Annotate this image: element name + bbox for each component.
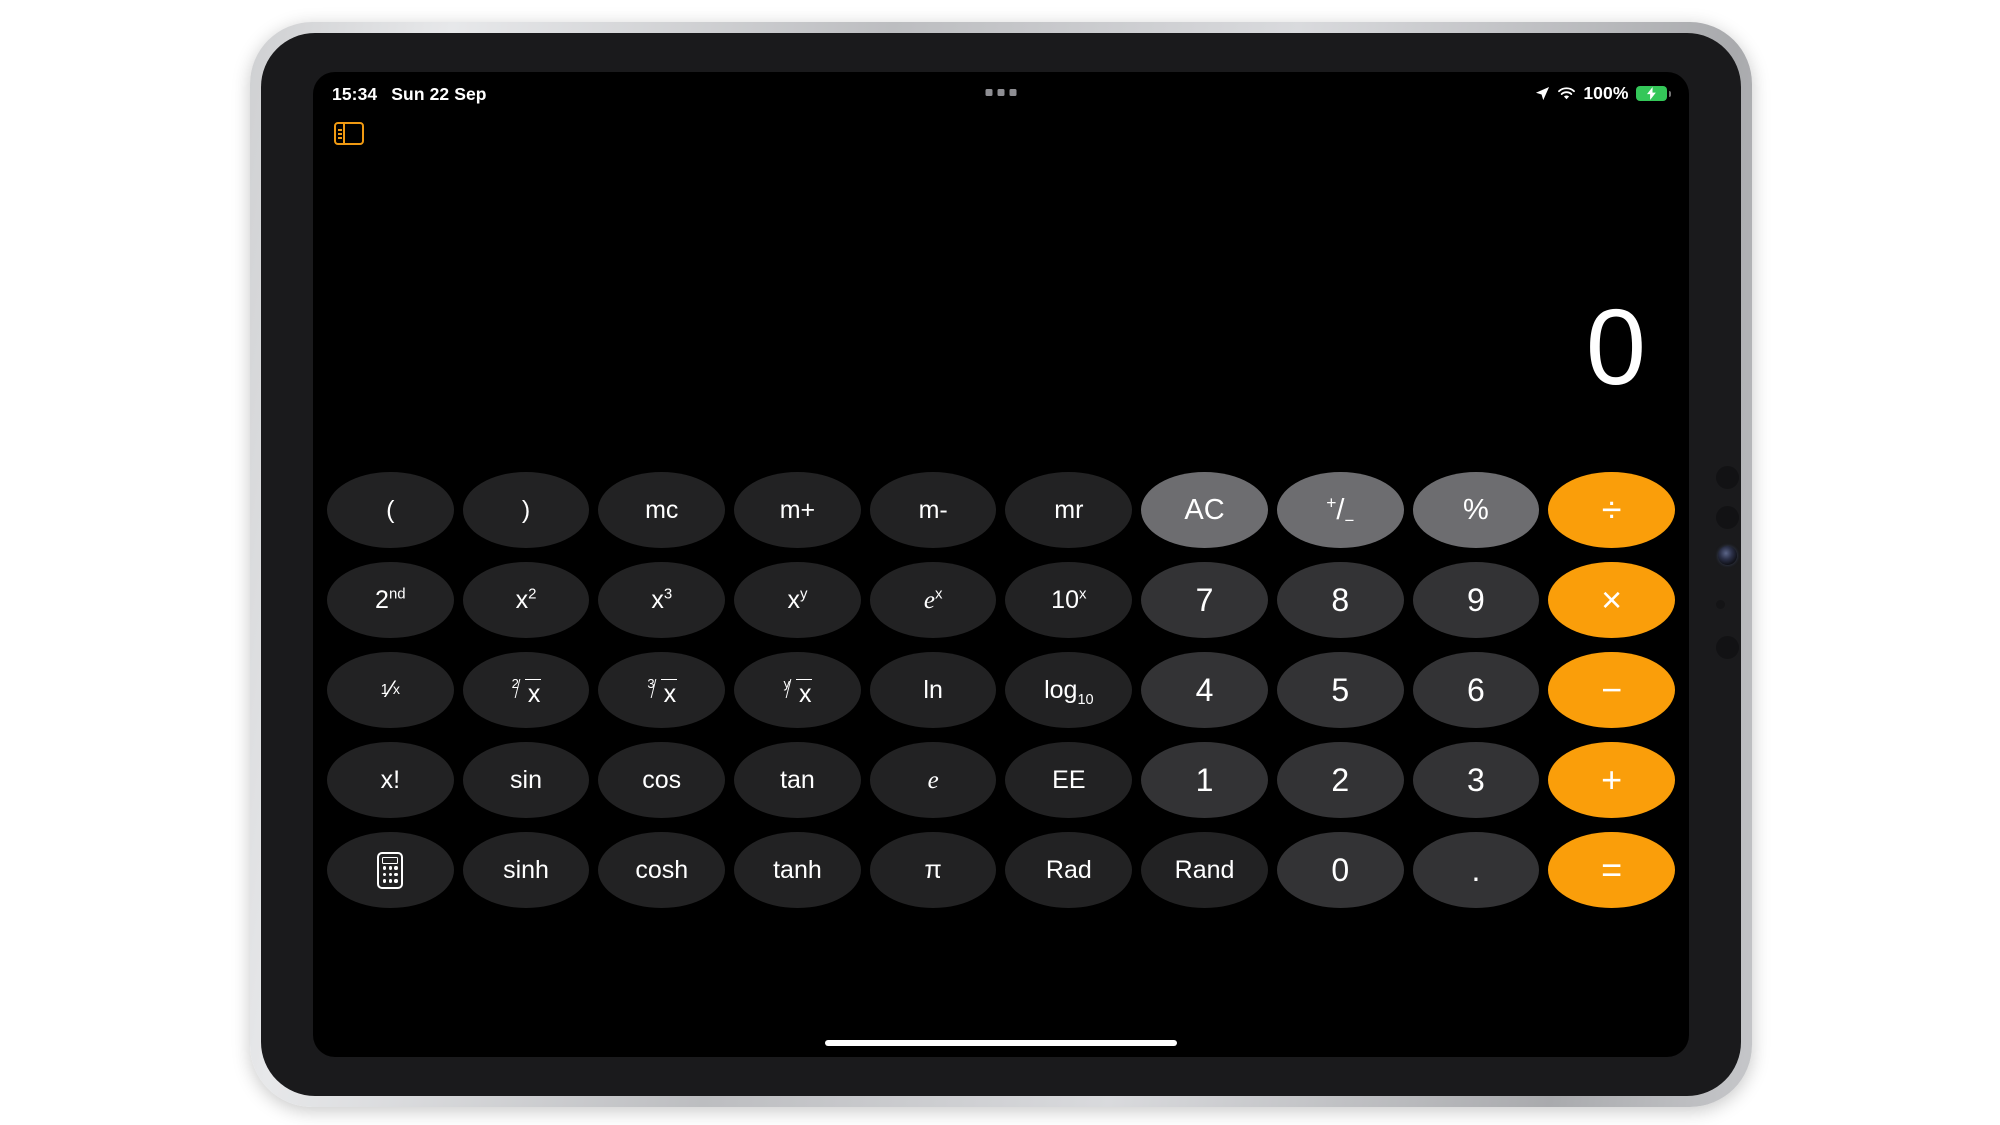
key-memory-subtract[interactable]: m- — [869, 472, 997, 548]
key-hyperbolic-tangent[interactable]: tanh — [734, 832, 861, 908]
key-digit-0[interactable]: 0 — [1276, 832, 1404, 908]
key-percent[interactable]: % — [1412, 472, 1540, 548]
key-factorial[interactable]: x! — [327, 742, 454, 818]
ambient-light-sensor-icon — [1716, 600, 1725, 609]
calculator-keypad: () mc m+ m-mr AC +/−% ÷ 2nd x2 x3 xy ex 10x 7 8 9 × 1 ⁄ x 2 x… — [327, 472, 1675, 908]
sensor-dot — [1716, 636, 1739, 659]
key-memory-add[interactable]: m+ — [734, 472, 861, 548]
key-decimal-point[interactable]: . — [1412, 832, 1540, 908]
key-digit-7[interactable]: 7 — [1141, 562, 1268, 638]
key-all-clear[interactable]: AC — [1141, 472, 1268, 548]
ipad-screen: 15:34 Sun 22 Sep 100% 0 () mc m+ m- mr … — [313, 72, 1689, 1057]
home-indicator[interactable] — [825, 1040, 1177, 1046]
key-multiply[interactable]: × — [1548, 562, 1675, 638]
dot — [1009, 89, 1017, 96]
key-basic-calculator-mode[interactable] — [327, 832, 454, 908]
key-memory-clear[interactable]: mc — [598, 472, 726, 548]
key-ten-to-the-x[interactable]: 10x — [1005, 562, 1133, 638]
key-digit-6[interactable]: 6 — [1412, 652, 1540, 728]
key-x-cubed[interactable]: x3 — [598, 562, 726, 638]
key-digit-8[interactable]: 8 — [1276, 562, 1404, 638]
key-e-to-the-x[interactable]: ex — [869, 562, 997, 638]
key-hyperbolic-sine[interactable]: sinh — [462, 832, 590, 908]
battery-charging-icon — [1635, 86, 1671, 101]
key-subtract[interactable]: − — [1548, 652, 1675, 728]
key-hyperbolic-cosine[interactable]: cosh — [598, 832, 726, 908]
key-tangent[interactable]: tan — [734, 742, 861, 818]
battery-percent-label: 100% — [1583, 83, 1629, 103]
key-close-paren[interactable]: ) — [462, 472, 590, 548]
sidebar-panel — [336, 124, 345, 143]
key-plus-minus[interactable]: +/− — [1276, 472, 1404, 548]
dot — [985, 89, 993, 96]
key-x-squared[interactable]: x2 — [462, 562, 590, 638]
key-radians-toggle[interactable]: Rad — [1005, 832, 1133, 908]
location-arrow-icon — [1535, 86, 1550, 101]
key-digit-9[interactable]: 9 — [1412, 562, 1540, 638]
status-bar-right: 100% — [1535, 83, 1671, 104]
key-pi[interactable]: π — [869, 832, 997, 908]
key-digit-1[interactable]: 1 — [1141, 742, 1268, 818]
wifi-icon — [1557, 86, 1576, 101]
calculator-display: 0 — [1585, 286, 1646, 407]
key-digit-2[interactable]: 2 — [1276, 742, 1404, 818]
key-square-root[interactable]: 2x — [462, 652, 590, 728]
status-bar-left: 15:34 Sun 22 Sep — [332, 84, 487, 105]
key-divide[interactable]: ÷ — [1548, 472, 1675, 548]
multitasking-dots-icon[interactable] — [985, 89, 1017, 96]
screenshot-scene: 15:34 Sun 22 Sep 100% 0 () mc m+ m- mr … — [0, 0, 2000, 1125]
key-digit-3[interactable]: 3 — [1412, 742, 1540, 818]
key-open-paren[interactable]: ( — [327, 472, 454, 548]
key-memory-recall[interactable]: mr — [1005, 472, 1133, 548]
key-digit-5[interactable]: 5 — [1276, 652, 1404, 728]
sensor-dot — [1716, 506, 1739, 529]
key-exponent-ee[interactable]: EE — [1005, 742, 1133, 818]
key-x-to-the-y[interactable]: xy — [734, 562, 861, 638]
key-sine[interactable]: sin — [462, 742, 590, 818]
dot — [997, 89, 1005, 96]
key-digit-4[interactable]: 4 — [1141, 652, 1268, 728]
status-bar: 15:34 Sun 22 Sep 100% — [313, 72, 1689, 112]
key-add[interactable]: + — [1548, 742, 1675, 818]
key-log-base-10[interactable]: log10 — [1005, 652, 1133, 728]
key-random[interactable]: Rand — [1141, 832, 1268, 908]
key-reciprocal[interactable]: 1 ⁄ x — [327, 652, 454, 728]
key-second-function[interactable]: 2nd — [327, 562, 454, 638]
sensor-dot — [1716, 466, 1739, 489]
status-date: Sun 22 Sep — [391, 84, 487, 104]
sidebar-split-view-icon[interactable] — [334, 122, 364, 145]
status-time: 15:34 — [332, 84, 378, 104]
key-cube-root[interactable]: 3x — [598, 652, 726, 728]
front-camera-icon — [1718, 546, 1737, 565]
key-natural-log[interactable]: ln — [869, 652, 997, 728]
key-cosine[interactable]: cos — [598, 742, 726, 818]
key-equals[interactable]: = — [1548, 832, 1675, 908]
key-y-root-x[interactable]: yx — [734, 652, 861, 728]
calculator-icon — [377, 851, 404, 889]
key-euler-number[interactable]: e — [869, 742, 997, 818]
